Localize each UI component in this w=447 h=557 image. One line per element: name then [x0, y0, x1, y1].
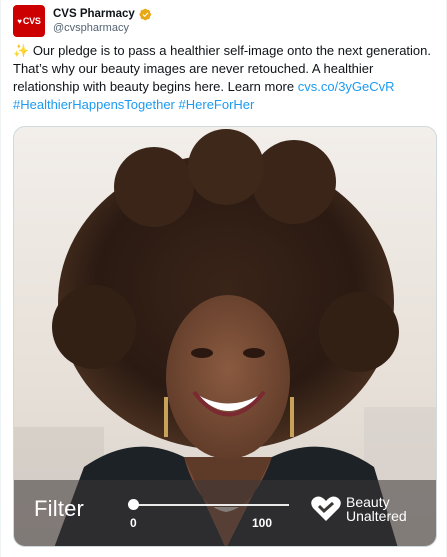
avatar[interactable]: ♥ CVS [13, 5, 45, 37]
filter-overlay: Filter 0 100 Beauty Unaltered [14, 480, 436, 546]
tweet-media[interactable]: Filter 0 100 Beauty Unaltered [13, 126, 437, 547]
tweet-card[interactable]: ♥ CVS CVS Pharmacy @cvspharmacy ✨ Our pl… [0, 0, 447, 557]
slider-max-label: 100 [252, 516, 273, 530]
sparkle-icon: ✨ [13, 43, 30, 58]
filter-slider-thumb[interactable] [128, 499, 139, 510]
tweet-text: ✨ Our pledge is to pass a healthier self… [13, 42, 438, 114]
filter-label: Filter [34, 496, 85, 521]
tweet-link[interactable]: cvs.co/3yGeCvR [298, 79, 395, 94]
tweet-header: ♥ CVS CVS Pharmacy @cvspharmacy [13, 4, 152, 38]
brand-line-1: Beauty [346, 494, 390, 510]
avatar-text: CVS [22, 16, 41, 26]
account-handle[interactable]: @cvspharmacy [53, 22, 152, 35]
account-names: CVS Pharmacy @cvspharmacy [53, 8, 152, 35]
account-name[interactable]: CVS Pharmacy [53, 8, 135, 21]
hashtag-link[interactable]: #HereForHer [179, 97, 255, 112]
verified-badge-icon [139, 8, 151, 20]
heart-logo-icon [311, 496, 341, 521]
brand-line-2: Unaltered [346, 508, 407, 524]
hashtag-link[interactable]: #HealthierHappensTogether [13, 97, 175, 112]
beauty-unaltered-logo: Beauty Unaltered [310, 495, 407, 523]
heart-icon: ♥ [17, 16, 22, 26]
filter-slider-track[interactable] [134, 504, 289, 506]
slider-min-label: 0 [130, 516, 137, 530]
